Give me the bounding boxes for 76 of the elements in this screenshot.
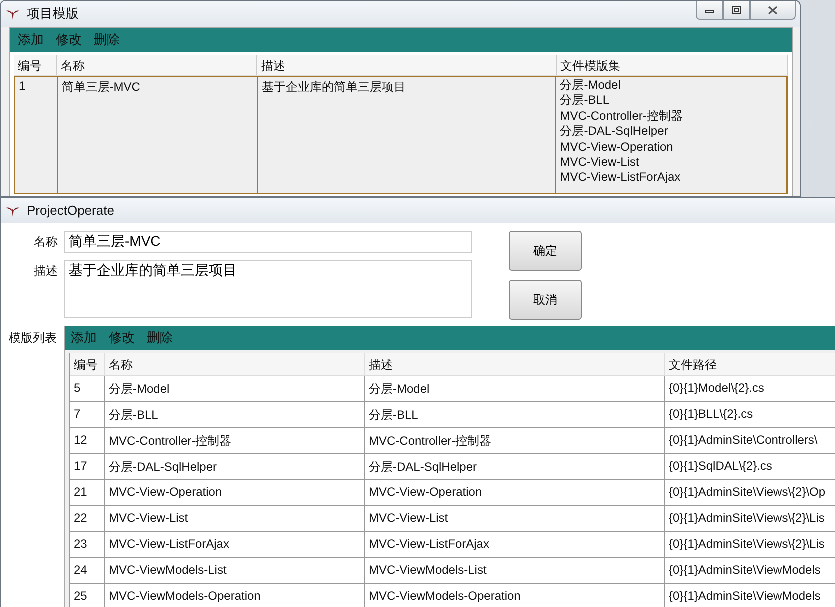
app-icon [5, 8, 21, 20]
column-header[interactable]: 描述 [257, 55, 557, 75]
toolbar-button[interactable]: 删除 [90, 31, 124, 49]
table-cell-text: {0}{1}Model\{2}.cs [668, 380, 766, 397]
table-cell: MVC-Controller-控制器 [365, 428, 665, 453]
field-label: 模版列表 [8, 330, 58, 347]
table-cell: 基于企业库的简单三层项目 [258, 77, 556, 193]
table-cell: 21 [70, 480, 105, 505]
table-cell: MVC-View-ListForAjax [105, 532, 365, 557]
column-header[interactable]: 描述 [365, 353, 665, 375]
template-name: MVC-View-List [560, 155, 640, 170]
table-cell: 25 [70, 584, 105, 607]
template-name: MVC-View-ListForAjax [560, 170, 682, 186]
table-cell: MVC-ViewModels-Operation [365, 584, 665, 607]
table-cell: MVC-ViewModels-Operation [105, 584, 365, 607]
table-cell-text: {0}{1}AdminSite\Views\{2}\Lis [668, 510, 826, 527]
table-cell: 5 [70, 376, 105, 401]
column-header[interactable]: 文件路径 [665, 353, 835, 375]
table-cell: 24 [70, 558, 105, 583]
table-cell-text: {0}{1}AdminSite\Controllers\ [668, 432, 819, 449]
table-cell-text: {0}{1}AdminSite\ViewModels [668, 588, 822, 605]
table-cell: 1 [15, 77, 58, 193]
table-cell-text: {0}{1}BLL\{2}.cs [668, 406, 754, 423]
table-cell: MVC-View-List [105, 506, 365, 531]
close-icon [768, 6, 778, 14]
table-cell: MVC-Controller-控制器 [105, 428, 365, 453]
toolbar-button[interactable]: 删除 [143, 329, 177, 347]
template-name: 分层-DAL-SqlHelper [560, 124, 670, 140]
table-cell: 17 [70, 454, 105, 479]
template-name: 分层-BLL [560, 93, 611, 109]
table-row[interactable]: 1 简单三层-MVC 基于企业库的简单三层项目 分层-Model 分层-BLL MVC-Controller-控制器 分层-DAL-SqlHelper MVC-View-Operation MVC-View-List MVC-View-ListForAjax [14, 76, 788, 194]
toolbar-button[interactable]: 添加 [14, 31, 48, 49]
column-header[interactable]: 名称 [56, 55, 258, 75]
table-cell: 12 [70, 428, 105, 453]
column-header[interactable]: 文件模版集 [556, 55, 788, 75]
minimize-button[interactable] [696, 1, 723, 20]
toolbar-button[interactable]: 修改 [52, 31, 86, 49]
push-button[interactable]: 取消 [509, 280, 582, 320]
table-cell: MVC-View-Operation [105, 480, 365, 505]
table-cell-text: {0}{1}AdminSite\Views\{2}\Op [668, 484, 827, 501]
table-cell: 分层-Model [365, 376, 665, 401]
template-name: MVC-Controller-控制器 [560, 108, 684, 124]
column-header[interactable]: 名称 [105, 353, 365, 375]
table-cell: MVC-View-ListForAjax [365, 532, 665, 557]
field-label: 名称 [33, 234, 58, 251]
toolbar-button[interactable]: 添加 [67, 329, 101, 347]
table-cell: 分层-BLL [105, 402, 365, 427]
table-cell: 分层-BLL [365, 402, 665, 427]
maximize-icon [732, 6, 742, 14]
toolbar-button[interactable]: 修改 [105, 329, 139, 347]
template-name: MVC-View-Operation [560, 140, 674, 156]
column-header[interactable]: 编号 [70, 353, 105, 375]
window-title: ProjectOperate [27, 203, 114, 218]
table-cell-text: {0}{1}AdminSite\Views\{2}\Lis [668, 536, 826, 553]
table-cell: 22 [70, 506, 105, 531]
table-cell: 分层-DAL-SqlHelper [365, 454, 665, 479]
window-title: 项目模版 [27, 5, 79, 23]
push-button[interactable]: 确定 [509, 231, 582, 271]
column-header[interactable]: 编号 [14, 55, 57, 75]
table-cell-text: {0}{1}SqlDAL\{2}.cs [668, 458, 774, 475]
table-cell: MVC-ViewModels-List [365, 558, 665, 583]
table-cell: 分层-DAL-SqlHelper [105, 454, 365, 479]
table-cell: MVC-ViewModels-List [105, 558, 365, 583]
template-name: 分层-Model [560, 78, 622, 94]
table-cell: MVC-View-List [365, 506, 665, 531]
table-cell: 分层-Model [105, 376, 365, 401]
table-cell: 7 [70, 402, 105, 427]
field-label: 描述 [33, 263, 58, 280]
close-button[interactable] [750, 1, 796, 20]
text-area[interactable]: 基于企业库的简单三层项目 [64, 260, 472, 318]
table-cell-text: {0}{1}AdminSite\ViewModels [668, 562, 822, 579]
text-field[interactable]: 简单三层-MVC [64, 231, 472, 253]
table-cell: 简单三层-MVC [58, 77, 258, 193]
table-cell: 23 [70, 532, 105, 557]
maximize-button[interactable] [723, 1, 750, 20]
table-cell: MVC-View-Operation [365, 480, 665, 505]
